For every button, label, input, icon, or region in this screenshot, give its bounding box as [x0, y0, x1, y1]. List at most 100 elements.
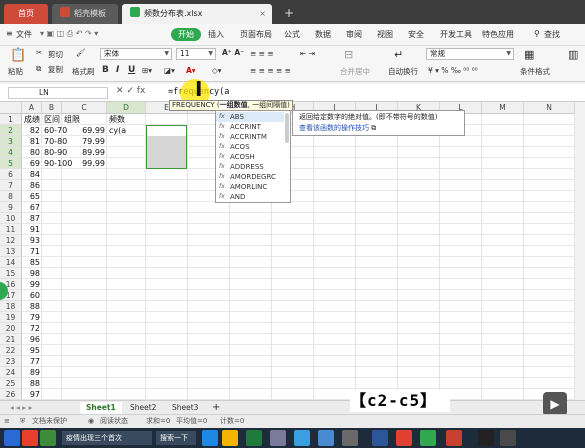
paste-button[interactable]: 粘贴: [8, 66, 23, 77]
cell[interactable]: 85: [22, 257, 40, 268]
row-header[interactable]: 14: [0, 257, 22, 268]
cell[interactable]: 89: [22, 367, 40, 378]
row-header[interactable]: 10: [0, 213, 22, 224]
cell[interactable]: 72: [22, 323, 40, 334]
autocomplete-item[interactable]: fx AND: [216, 192, 284, 202]
align-horizontal-icons[interactable]: ≡ ≡ ≡ ≡ ≡: [250, 66, 291, 75]
row-header[interactable]: 21: [0, 334, 22, 345]
taskbar-search[interactable]: 搜索一下: [156, 431, 196, 445]
autocomplete-item[interactable]: fx ADDRESS: [216, 162, 284, 172]
word-icon[interactable]: [372, 430, 388, 446]
menu-special[interactable]: 特色应用: [482, 29, 514, 40]
hint-arg-current[interactable]: 一组数值: [219, 101, 248, 109]
menu-formula[interactable]: 公式: [284, 29, 300, 40]
read-mode-status[interactable]: 阅读状态: [100, 415, 128, 428]
autocomplete-item[interactable]: fx ABS: [216, 112, 284, 122]
copy-icon[interactable]: ⧉: [36, 64, 41, 74]
app-icon[interactable]: [270, 430, 286, 446]
close-icon[interactable]: ×: [259, 4, 266, 24]
cell[interactable]: 95: [22, 345, 40, 356]
style-icon[interactable]: ▥: [568, 48, 578, 61]
row-header[interactable]: 20: [0, 323, 22, 334]
row-header[interactable]: 26: [0, 389, 22, 400]
border-icon[interactable]: ⊞▾: [142, 66, 152, 75]
menu-search[interactable]: 查找: [544, 29, 560, 40]
formula-action-icons[interactable]: ✕ ✓ fx: [116, 86, 145, 96]
scissors-icon[interactable]: ✂: [36, 48, 42, 57]
font-size-select[interactable]: 11 ▼: [176, 48, 216, 60]
name-box[interactable]: LN: [8, 87, 108, 99]
cell[interactable]: 79: [22, 312, 40, 323]
row-header[interactable]: 11: [0, 224, 22, 235]
cell[interactable]: 86: [22, 180, 40, 191]
menu-insert[interactable]: 插入: [208, 29, 224, 40]
row-header[interactable]: 18: [0, 301, 22, 312]
autocomplete-item[interactable]: fx ACCRINT: [216, 122, 284, 132]
italic-button[interactable]: I: [116, 65, 119, 75]
cell[interactable]: 82: [22, 125, 40, 136]
indent-icons[interactable]: ⇤ ⇥: [300, 49, 315, 58]
row-header[interactable]: 5: [0, 158, 22, 169]
cell[interactable]: 组限: [64, 114, 80, 125]
cell[interactable]: cy(a: [109, 125, 126, 136]
select-all-corner[interactable]: [0, 102, 22, 114]
sheet-nav-icons[interactable]: ◂ ◂ ▸ ▸: [4, 402, 38, 414]
menu-review[interactable]: 审阅: [346, 29, 362, 40]
cell[interactable]: 67: [22, 202, 40, 213]
underline-button[interactable]: U: [128, 65, 135, 75]
sheet-tab-3[interactable]: Sheet3: [166, 402, 204, 414]
row-header[interactable]: 6: [0, 169, 22, 180]
row-header[interactable]: 3: [0, 136, 22, 147]
autocomplete-item[interactable]: fx AMORLINC: [216, 182, 284, 192]
row-header[interactable]: 2: [0, 125, 22, 136]
cell[interactable]: 97: [22, 389, 40, 400]
wrap-text-button[interactable]: 自动换行: [388, 66, 418, 77]
row-header[interactable]: 1: [0, 114, 22, 125]
cell[interactable]: 93: [22, 235, 40, 246]
cloud-icon[interactable]: [294, 430, 310, 446]
app-icon[interactable]: [22, 430, 38, 446]
new-tab-button[interactable]: +: [284, 4, 294, 22]
autocomplete-item[interactable]: fx ACOSH: [216, 152, 284, 162]
column-header[interactable]: B: [42, 102, 62, 114]
taskbar-task-news[interactable]: 疫情出现三个首次: [62, 431, 152, 445]
menu-dev[interactable]: 开发工具: [440, 29, 472, 40]
format-painter-icon[interactable]: 🖌: [76, 48, 86, 57]
row-header[interactable]: 13: [0, 246, 22, 257]
row-header[interactable]: 8: [0, 191, 22, 202]
app-icon[interactable]: [342, 430, 358, 446]
cell[interactable]: 80: [22, 147, 40, 158]
autocomplete-item[interactable]: fx ACOS: [216, 142, 284, 152]
cell[interactable]: 65: [22, 191, 40, 202]
excel-icon[interactable]: [246, 430, 262, 446]
cell[interactable]: 69: [22, 158, 40, 169]
cond-format-button[interactable]: 条件格式: [520, 66, 550, 77]
quick-access-icons[interactable]: ▾ ▣ ◫ ⎙ ↶ ↷ ▾: [40, 29, 98, 39]
function-tips-link[interactable]: 查看该函数的操作技巧: [299, 124, 369, 132]
column-header[interactable]: D: [107, 102, 146, 114]
cell[interactable]: 频数: [109, 114, 125, 125]
cond-format-icon[interactable]: ▦: [524, 48, 534, 61]
record-icon[interactable]: [478, 430, 494, 446]
menu-icon[interactable]: ≡: [4, 415, 10, 428]
row-header[interactable]: 9: [0, 202, 22, 213]
cell[interactable]: 81: [22, 136, 40, 147]
cell[interactable]: 84: [22, 169, 40, 180]
cell[interactable]: 99: [22, 279, 40, 290]
row-header[interactable]: 12: [0, 235, 22, 246]
browser-icon[interactable]: [202, 430, 218, 446]
cell[interactable]: 91: [22, 224, 40, 235]
row-header[interactable]: 25: [0, 378, 22, 389]
cell[interactable]: 79.99: [62, 136, 105, 147]
cell[interactable]: 89.99: [62, 147, 105, 158]
hint-function-name[interactable]: FREQUENCY: [172, 101, 215, 109]
app-icon[interactable]: [318, 430, 334, 446]
cell[interactable]: 区间: [44, 114, 60, 125]
cell[interactable]: 87: [22, 213, 40, 224]
column-header[interactable]: M: [482, 102, 524, 114]
cell[interactable]: 98: [22, 268, 40, 279]
row-header[interactable]: 24: [0, 367, 22, 378]
align-top-icons[interactable]: ≡ ≡ ≡: [250, 49, 274, 58]
bold-button[interactable]: B: [102, 65, 109, 75]
fill-color-icon[interactable]: ◪▾: [164, 66, 175, 75]
